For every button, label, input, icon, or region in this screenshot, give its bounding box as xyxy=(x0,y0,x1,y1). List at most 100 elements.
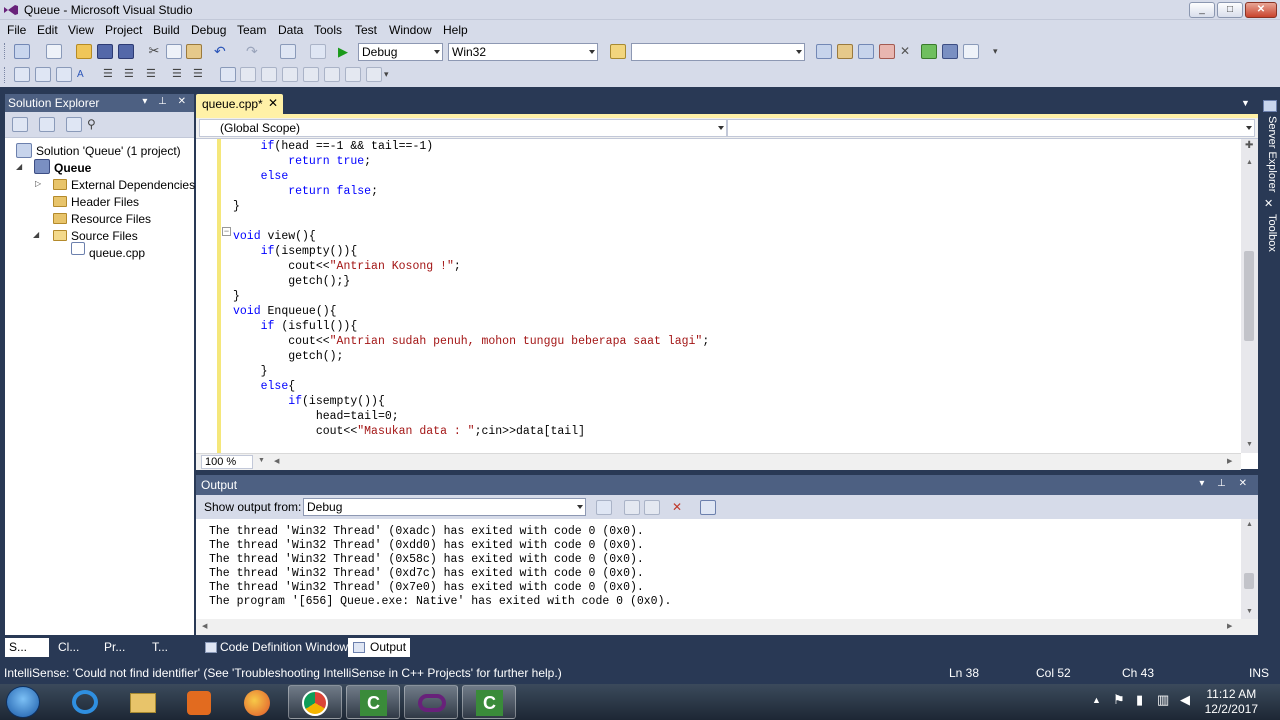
network-icon[interactable]: ▥ xyxy=(1157,692,1169,708)
decrease-indent-icon[interactable]: ☰ xyxy=(103,67,119,82)
battery-icon[interactable]: ▮ xyxy=(1136,692,1143,708)
editor-horizontal-scrollbar[interactable]: 100 % ▼ ◀ ▶ xyxy=(196,453,1241,470)
menu-help[interactable]: Help xyxy=(443,23,468,37)
split-editor-icon[interactable]: ✚ xyxy=(1245,140,1253,151)
panel-window-buttons[interactable]: ▾ ⊥ ✕ xyxy=(142,96,190,107)
tree-source-files[interactable]: Source Files xyxy=(71,229,138,243)
menu-test[interactable]: Test xyxy=(355,23,377,37)
save-icon[interactable] xyxy=(97,44,113,59)
menu-edit[interactable]: Edit xyxy=(37,23,58,37)
solution-platform-select[interactable]: Win32 xyxy=(448,43,598,61)
cut-icon[interactable]: ✂ xyxy=(146,44,162,59)
toolbox-icon[interactable] xyxy=(879,44,895,59)
tree-resource-files[interactable]: Resource Files xyxy=(71,212,151,226)
properties-icon[interactable] xyxy=(837,44,853,59)
clear-bookmarks-icon[interactable] xyxy=(366,67,382,82)
class-diagram-icon[interactable]: ⚲ xyxy=(87,117,103,132)
start-button-icon[interactable] xyxy=(6,686,40,718)
toggle-bookmark-icon[interactable] xyxy=(220,67,236,82)
new-project-icon[interactable] xyxy=(14,44,30,59)
redo-icon[interactable]: ↷ xyxy=(246,44,262,59)
bookmark-prev-doc-icon[interactable] xyxy=(324,67,340,82)
toolbox-tab[interactable]: Toolbox xyxy=(1264,214,1278,284)
menu-debug[interactable]: Debug xyxy=(191,23,226,37)
scope-select[interactable]: (Global Scope) xyxy=(199,119,727,137)
scroll-left-icon[interactable]: ◀ xyxy=(274,457,279,465)
taskbar-file-explorer[interactable] xyxy=(116,685,170,719)
menu-project[interactable]: Project xyxy=(105,23,142,37)
toolbar-grip-2[interactable] xyxy=(4,67,7,83)
output-window-buttons[interactable]: ▾ ⊥ ✕ xyxy=(1199,478,1252,489)
taskbar-internet-explorer[interactable] xyxy=(58,685,112,719)
active-files-dropdown-icon[interactable]: ▼ xyxy=(1241,98,1250,108)
output-scroll-thumb[interactable] xyxy=(1244,573,1254,589)
taskbar-chrome[interactable] xyxy=(288,685,342,719)
quick-info-icon[interactable] xyxy=(56,67,72,82)
menu-data[interactable]: Data xyxy=(278,23,303,37)
menu-view[interactable]: View xyxy=(68,23,94,37)
parameter-info-icon[interactable] xyxy=(35,67,51,82)
expand-arrow-source[interactable]: ◢ xyxy=(33,230,39,239)
bookmark-prev-folder-icon[interactable] xyxy=(282,67,298,82)
code-area[interactable]: − if(head ==-1 && tail==-1) return true;… xyxy=(196,139,1241,453)
tree-header-files[interactable]: Header Files xyxy=(71,195,139,209)
output-text-area[interactable]: The thread 'Win32 Thread' (0xadc) has ex… xyxy=(196,519,1241,619)
tab-class-view[interactable]: Cl... xyxy=(54,638,83,657)
show-hidden-icons[interactable]: ▲ xyxy=(1092,695,1101,705)
go-to-next-message-icon[interactable] xyxy=(644,500,660,515)
scroll-right-icon[interactable]: ▶ xyxy=(1227,622,1232,630)
tree-queue-cpp[interactable]: queue.cpp xyxy=(89,246,145,260)
next-bookmark-icon[interactable] xyxy=(261,67,277,82)
tab-code-definition-window[interactable]: Code Definition Window xyxy=(200,638,352,657)
object-browser-icon[interactable] xyxy=(858,44,874,59)
start-debugging-icon[interactable]: ▶ xyxy=(338,44,354,59)
clear-all-icon[interactable]: ✕ xyxy=(672,500,688,515)
previous-bookmark-icon[interactable] xyxy=(240,67,256,82)
undo-icon[interactable]: ↶ xyxy=(214,44,230,59)
minimize-button[interactable]: _ xyxy=(1189,2,1215,18)
scroll-up-icon[interactable]: ▲ xyxy=(1246,521,1253,528)
tab-solution-explorer[interactable]: S... xyxy=(5,638,49,657)
tab-queue-cpp[interactable]: queue.cpp* ✕ xyxy=(196,94,283,114)
tab-team-explorer[interactable]: T... xyxy=(148,638,172,657)
tree-project[interactable]: Queue xyxy=(54,161,91,175)
menu-file[interactable]: File xyxy=(7,23,26,37)
taskbar-codeblocks-2[interactable]: C xyxy=(462,685,516,719)
menu-team[interactable]: Team xyxy=(237,23,266,37)
scroll-down-icon[interactable]: ▼ xyxy=(1246,441,1253,448)
taskbar-codeblocks[interactable]: C xyxy=(346,685,400,719)
tools-icon[interactable]: ✕ xyxy=(900,44,916,59)
class-view-icon[interactable] xyxy=(942,44,958,59)
refresh-icon[interactable] xyxy=(66,117,82,132)
taskbar-firefox[interactable] xyxy=(230,685,284,719)
volume-icon[interactable]: ◀ xyxy=(1180,692,1190,708)
indent-icon[interactable]: ☰ xyxy=(146,67,162,82)
add-item-icon[interactable] xyxy=(46,44,62,59)
bookmark-next-doc-icon[interactable] xyxy=(345,67,361,82)
save-all-icon[interactable] xyxy=(118,44,134,59)
display-object-member-list-icon[interactable] xyxy=(14,67,30,82)
output-vertical-scrollbar[interactable]: ▲ ▼ xyxy=(1241,519,1258,619)
uncomment-icon[interactable]: ☰ xyxy=(193,67,209,82)
solution-explorer-icon[interactable] xyxy=(816,44,832,59)
show-all-files-icon[interactable] xyxy=(39,117,55,132)
scroll-right-icon[interactable]: ▶ xyxy=(1227,457,1232,465)
close-tab-icon[interactable]: ✕ xyxy=(268,96,278,110)
expand-arrow-project[interactable]: ◢ xyxy=(16,162,22,171)
toolbar-options-icon[interactable]: ▾ xyxy=(993,44,1009,59)
output-horizontal-scrollbar[interactable]: ◀ ▶ xyxy=(196,619,1258,635)
close-button[interactable]: ✕ xyxy=(1245,2,1277,18)
bookmark-next-folder-icon[interactable] xyxy=(303,67,319,82)
properties-icon-se[interactable] xyxy=(12,117,28,132)
comment-icon[interactable]: ☰ xyxy=(172,67,188,82)
toolbar-grip[interactable] xyxy=(4,43,7,59)
menu-build[interactable]: Build xyxy=(153,23,180,37)
solution-configuration-select[interactable]: Debug xyxy=(358,43,443,61)
find-message-in-code-icon[interactable] xyxy=(596,500,612,515)
tree-solution[interactable]: Solution 'Queue' (1 project) xyxy=(36,144,181,158)
system-clock[interactable]: 11:12 AM 12/2/2017 xyxy=(1205,687,1258,717)
zoom-level[interactable]: 100 % xyxy=(201,455,253,469)
action-center-icon[interactable]: ⚑ xyxy=(1113,692,1125,708)
taskbar-visual-studio[interactable] xyxy=(404,685,458,719)
find-combo[interactable] xyxy=(631,43,805,61)
